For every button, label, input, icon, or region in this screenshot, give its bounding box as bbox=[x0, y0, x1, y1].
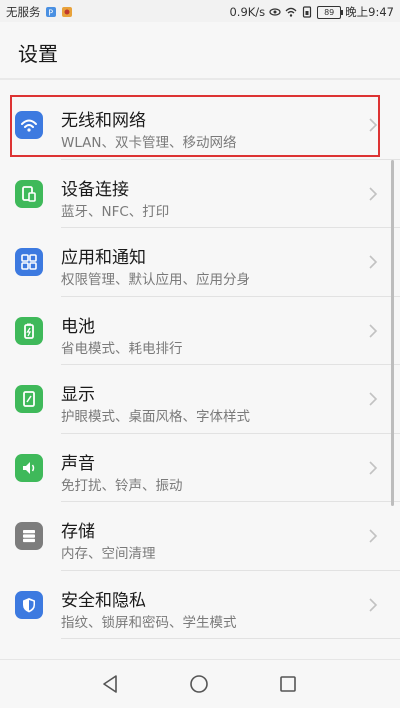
chevron-right-icon bbox=[369, 392, 378, 406]
navigation-bar bbox=[0, 659, 400, 708]
chevron-right-icon bbox=[369, 186, 378, 201]
item-subtitle: 指纹、锁屏和密码、学生模式 bbox=[61, 614, 237, 631]
settings-item-device-connection[interactable]: 设备连接 蓝牙、NFC、打印 bbox=[0, 159, 400, 228]
settings-item-apps-notifications[interactable]: 应用和通知 权限管理、默认应用、应用分身 bbox=[0, 228, 400, 297]
item-subtitle: WLAN、双卡管理、移动网络 bbox=[61, 135, 237, 151]
eye-icon bbox=[269, 8, 281, 16]
svg-text:P: P bbox=[48, 8, 53, 17]
header: 设置 bbox=[0, 22, 400, 80]
carrier-text: 无服务 bbox=[6, 5, 41, 19]
shield-icon bbox=[15, 590, 43, 619]
chevron-right-icon bbox=[369, 460, 378, 475]
item-title: 设备连接 bbox=[61, 179, 129, 200]
network-speed: 0.9K/s bbox=[229, 5, 266, 19]
item-subtitle: 护眼模式、桌面风格、字体样式 bbox=[61, 409, 250, 425]
settings-item-battery[interactable]: 电池 省电模式、耗电排行 bbox=[0, 296, 400, 365]
chevron-right-icon bbox=[369, 255, 378, 269]
item-title: 显示 bbox=[61, 385, 95, 405]
item-title: 安全和隐私 bbox=[61, 590, 146, 611]
clock-text: 晚上9:47 bbox=[345, 5, 394, 19]
display-icon bbox=[15, 385, 43, 413]
status-bar: 无服务 P 0.9K/s 89 晚上9:47 bbox=[0, 0, 400, 22]
wifi-icon bbox=[15, 111, 43, 139]
recent-apps-icon[interactable] bbox=[277, 673, 299, 695]
item-title: 无线和网络 bbox=[61, 111, 146, 131]
item-subtitle: 权限管理、默认应用、应用分身 bbox=[61, 272, 250, 288]
battery-indicator: 89 bbox=[317, 5, 344, 19]
chevron-right-icon bbox=[369, 118, 378, 132]
battery-icon bbox=[15, 316, 43, 345]
sim-icon bbox=[303, 6, 312, 18]
settings-item-wireless-network[interactable]: 无线和网络 WLAN、双卡管理、移动网络 bbox=[0, 91, 400, 160]
item-subtitle: 免打扰、铃声、振动 bbox=[61, 477, 183, 494]
chevron-right-icon bbox=[369, 529, 378, 543]
item-title: 声音 bbox=[61, 453, 95, 474]
notification-p-icon: P bbox=[45, 7, 56, 17]
device-connection-icon bbox=[15, 179, 43, 208]
chevron-right-icon bbox=[369, 323, 378, 338]
wifi-status-icon bbox=[285, 7, 297, 17]
item-title: 应用和通知 bbox=[61, 248, 146, 268]
settings-item-sound[interactable]: 声音 免打扰、铃声、振动 bbox=[0, 433, 400, 502]
header-divider bbox=[0, 78, 400, 80]
settings-list: 无线和网络 WLAN、双卡管理、移动网络 设备连接 蓝牙、NFC、打印 应用和通… bbox=[0, 91, 400, 679]
item-subtitle: 蓝牙、NFC、打印 bbox=[61, 203, 170, 220]
chevron-right-icon bbox=[369, 597, 378, 612]
home-icon[interactable] bbox=[188, 673, 210, 695]
sound-icon bbox=[15, 453, 43, 482]
settings-item-storage[interactable]: 存储 内存、空间清理 bbox=[0, 502, 400, 571]
settings-item-security-privacy[interactable]: 安全和隐私 指纹、锁屏和密码、学生模式 bbox=[0, 570, 400, 639]
item-subtitle: 内存、空间清理 bbox=[61, 546, 156, 562]
settings-item-display[interactable]: 显示 护眼模式、桌面风格、字体样式 bbox=[0, 365, 400, 434]
app-notification-icon bbox=[61, 7, 72, 17]
scrollbar[interactable] bbox=[391, 160, 394, 506]
storage-icon bbox=[15, 522, 43, 550]
item-title: 电池 bbox=[61, 316, 95, 337]
back-icon[interactable] bbox=[99, 673, 121, 695]
apps-icon bbox=[15, 248, 43, 276]
item-subtitle: 省电模式、耗电排行 bbox=[61, 340, 183, 357]
item-title: 存储 bbox=[61, 522, 95, 542]
page-title: 设置 bbox=[18, 42, 58, 66]
